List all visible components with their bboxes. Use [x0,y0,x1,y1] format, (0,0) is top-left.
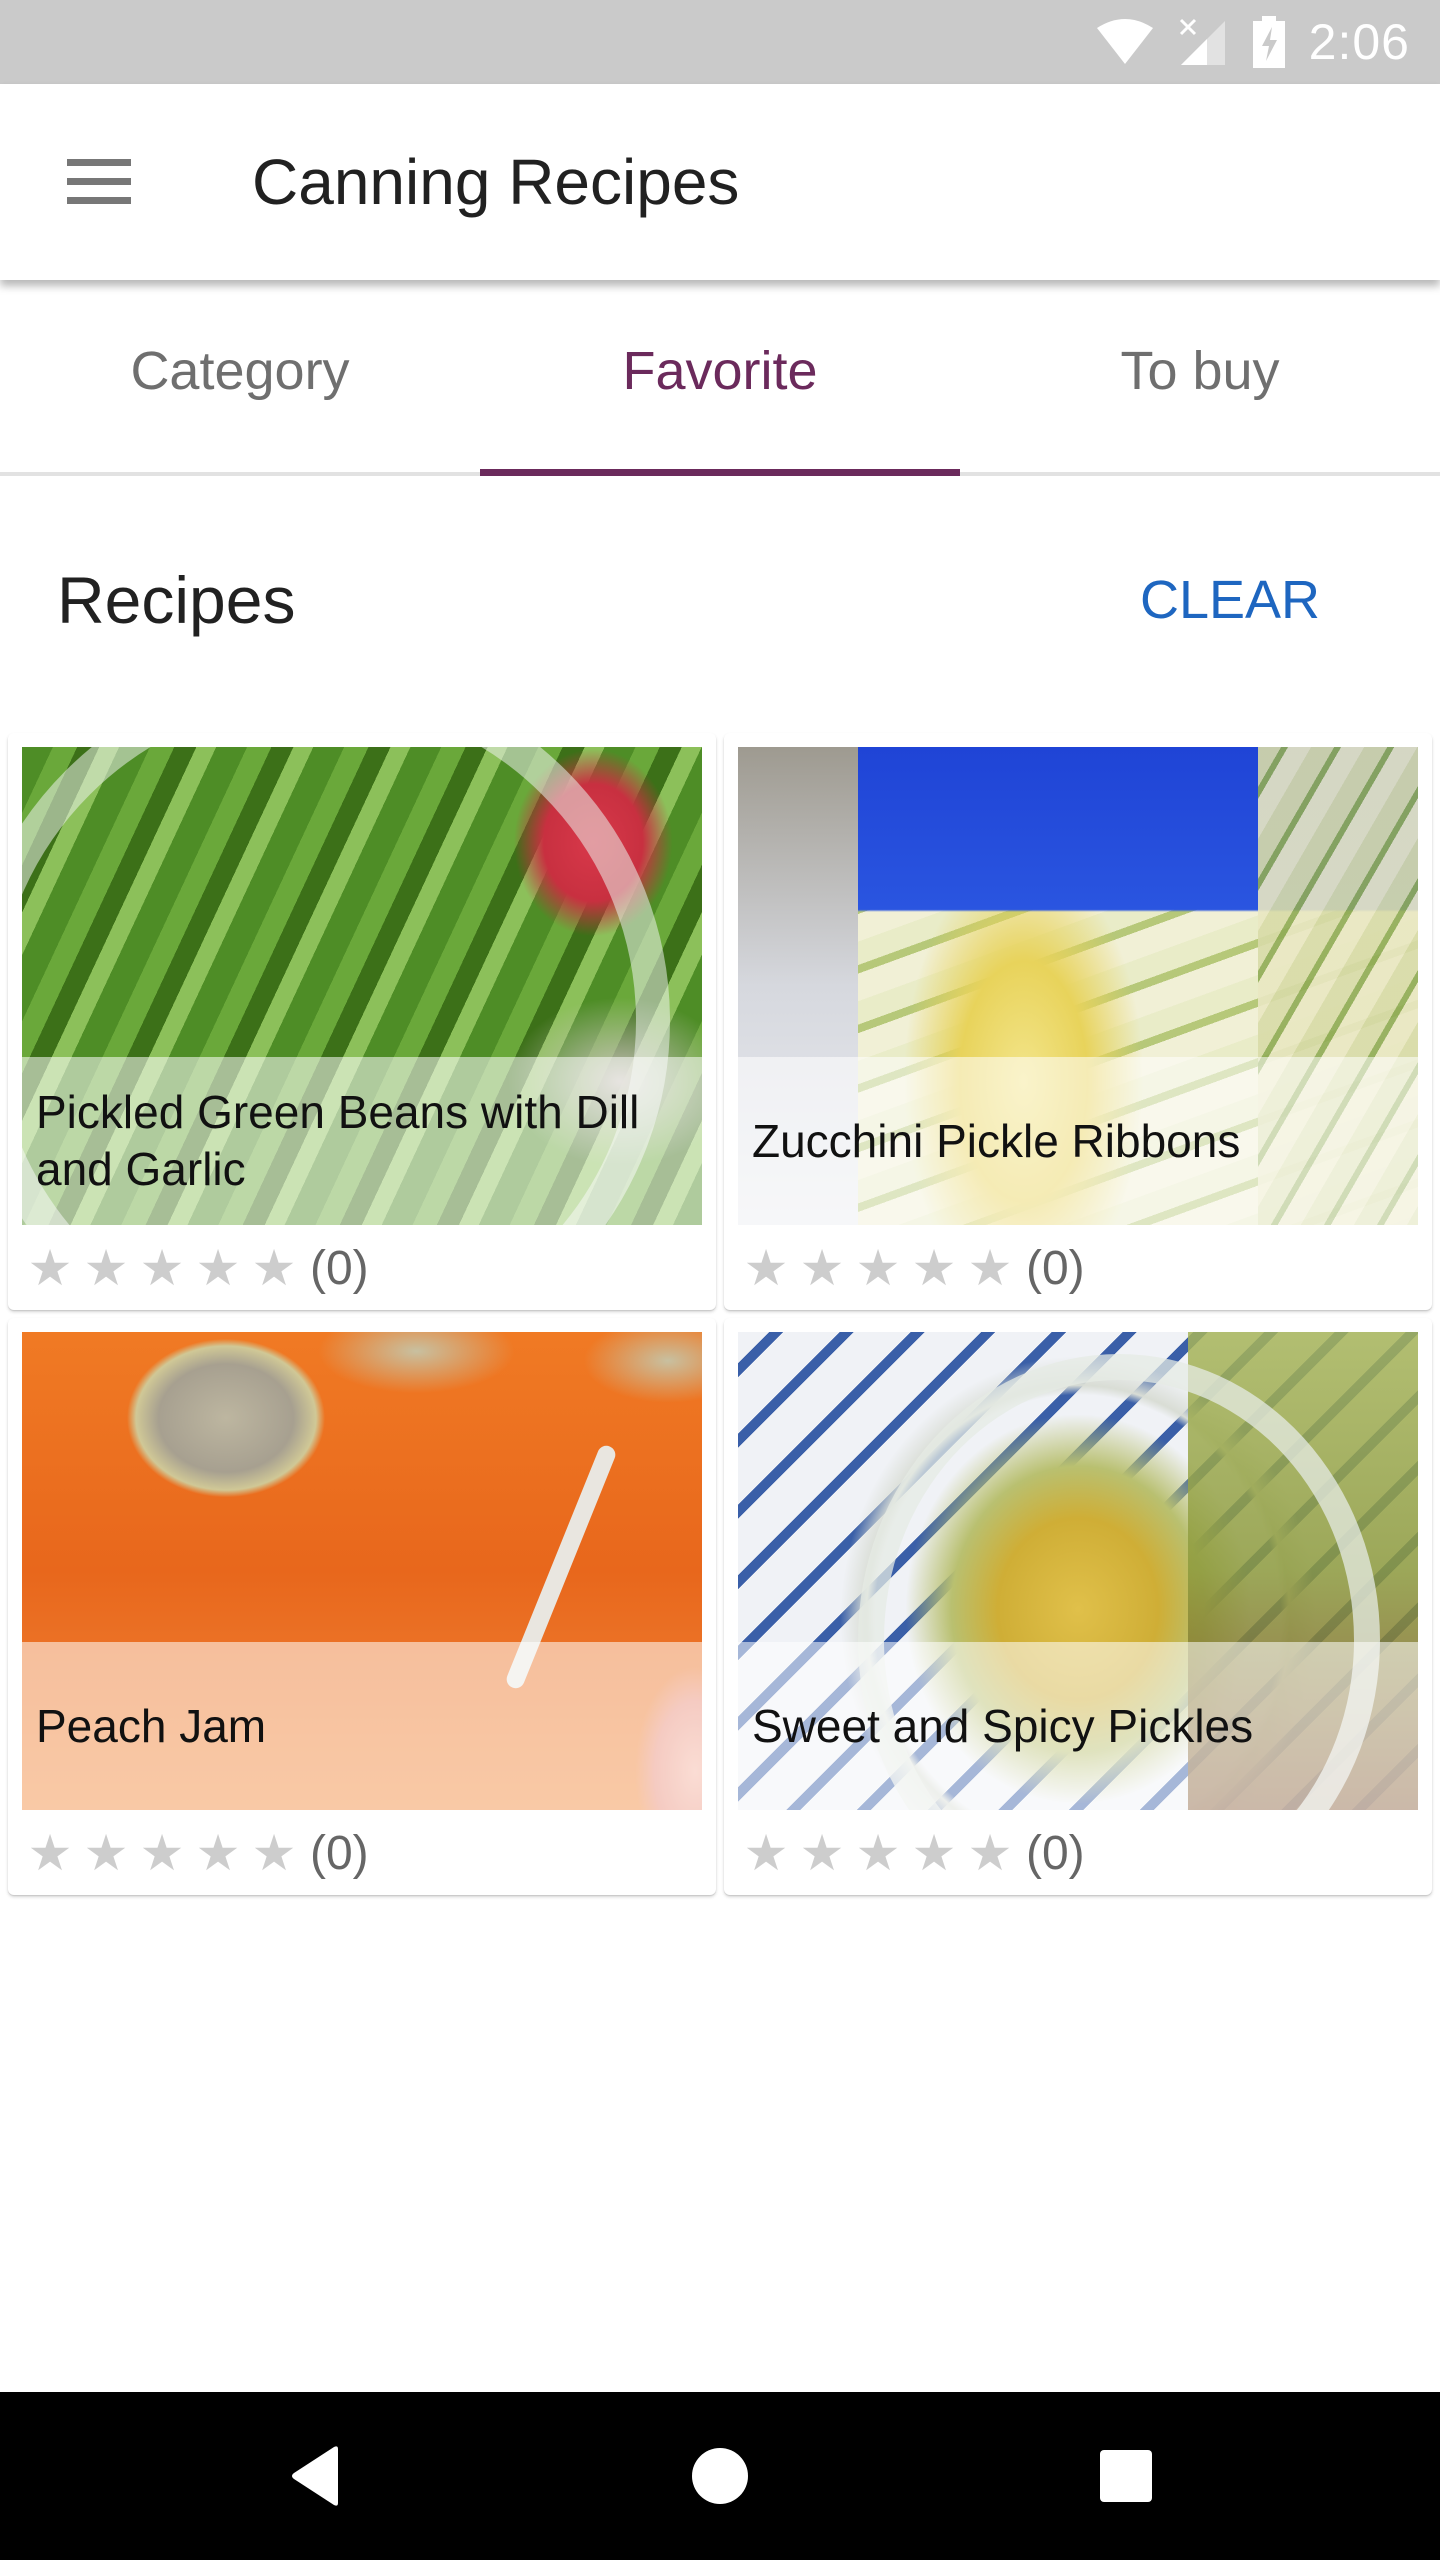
tab-favorite[interactable]: Favorite [480,280,960,476]
recipe-image: Peach Jam [22,1332,702,1810]
clear-button[interactable]: CLEAR [1130,560,1330,640]
star-icon[interactable]: ★ [246,1823,302,1883]
tab-category[interactable]: Category [0,280,480,476]
rating-row: ★ ★ ★ ★ ★ (0) [738,1233,1085,1303]
star-icon[interactable]: ★ [962,1238,1018,1298]
tab-bar: Category Favorite To buy [0,280,1440,476]
app-title: Canning Recipes [252,146,740,218]
star-icon[interactable]: ★ [190,1238,246,1298]
star-icon[interactable]: ★ [78,1238,134,1298]
star-icon[interactable]: ★ [794,1823,850,1883]
recipe-title-overlay: Pickled Green Beans with Dill and Garlic [22,1057,702,1225]
navigation-bar [0,2392,1440,2560]
status-icons: 2:06 [1095,0,1410,84]
star-icon[interactable]: ★ [906,1238,962,1298]
star-icon[interactable]: ★ [246,1238,302,1298]
star-icon[interactable]: ★ [850,1823,906,1883]
recipe-image: Zucchini Pickle Ribbons [738,747,1418,1225]
recents-button[interactable] [1056,2426,1196,2526]
recipe-image: Sweet and Spicy Pickles [738,1332,1418,1810]
recipe-card[interactable]: Sweet and Spicy Pickles ★ ★ ★ ★ ★ (0) [724,1318,1432,1895]
rating-count: (0) [310,1241,369,1295]
star-icon[interactable]: ★ [906,1823,962,1883]
active-tab-indicator [480,469,960,476]
recipe-card[interactable]: Pickled Green Beans with Dill and Garlic… [8,733,716,1310]
status-bar: 2:06 [0,0,1440,84]
star-icon[interactable]: ★ [134,1238,190,1298]
back-button[interactable] [248,2426,388,2526]
recipe-title-overlay: Sweet and Spicy Pickles [738,1642,1418,1810]
star-icon[interactable]: ★ [794,1238,850,1298]
recipe-card[interactable]: Peach Jam ★ ★ ★ ★ ★ (0) [8,1318,716,1895]
recipe-title: Zucchini Pickle Ribbons [752,1114,1241,1167]
star-icon[interactable]: ★ [738,1823,794,1883]
rating-count: (0) [1026,1826,1085,1880]
recipe-card[interactable]: Zucchini Pickle Ribbons ★ ★ ★ ★ ★ (0) [724,733,1432,1310]
star-icon[interactable]: ★ [22,1238,78,1298]
tab-to-buy[interactable]: To buy [960,280,1440,476]
rating-row: ★ ★ ★ ★ ★ (0) [738,1818,1085,1888]
rating-row: ★ ★ ★ ★ ★ (0) [22,1818,369,1888]
battery-charging-icon [1252,16,1285,68]
signal-no-data-icon [1179,18,1225,65]
recents-icon [1100,2450,1152,2502]
recipe-title-overlay: Zucchini Pickle Ribbons [738,1057,1418,1225]
star-icon[interactable]: ★ [134,1823,190,1883]
rating-count: (0) [310,1826,369,1880]
star-icon[interactable]: ★ [190,1823,246,1883]
app-bar: Canning Recipes [0,84,1440,280]
back-icon [292,2446,338,2506]
star-icon[interactable]: ★ [738,1238,794,1298]
rating-row: ★ ★ ★ ★ ★ (0) [22,1233,369,1303]
home-icon [692,2448,748,2504]
star-icon[interactable]: ★ [850,1238,906,1298]
section-title: Recipes [57,563,296,637]
recipe-image: Pickled Green Beans with Dill and Garlic [22,747,702,1225]
rating-count: (0) [1026,1241,1085,1295]
star-icon[interactable]: ★ [22,1823,78,1883]
home-button[interactable] [650,2426,790,2526]
star-icon[interactable]: ★ [962,1823,1018,1883]
hamburger-menu-icon [67,159,131,205]
wifi-icon [1096,19,1153,64]
recipe-title: Pickled Green Beans with Dill and Garlic [36,1086,640,1195]
status-time: 2:06 [1308,14,1410,70]
menu-button[interactable] [40,142,158,222]
recipe-title: Sweet and Spicy Pickles [752,1699,1254,1752]
recipe-title: Peach Jam [36,1699,267,1752]
recipe-title-overlay: Peach Jam [22,1642,702,1810]
star-icon[interactable]: ★ [78,1823,134,1883]
